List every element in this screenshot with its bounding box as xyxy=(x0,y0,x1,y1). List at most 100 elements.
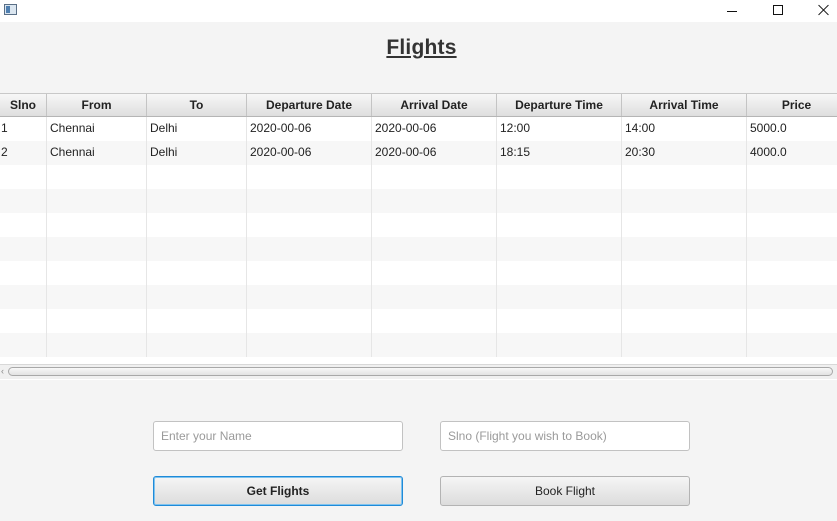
empty-row xyxy=(0,285,837,309)
column-header-from[interactable]: From xyxy=(47,94,147,116)
empty-row xyxy=(0,309,837,333)
empty-cell xyxy=(147,285,247,309)
title-bar xyxy=(0,0,837,22)
empty-cell xyxy=(747,189,837,213)
empty-cell xyxy=(247,237,372,261)
cell-from: Chennai xyxy=(47,117,147,141)
empty-cell xyxy=(247,165,372,189)
empty-cell xyxy=(147,309,247,333)
empty-cell xyxy=(147,333,247,357)
slno-input[interactable] xyxy=(440,421,690,451)
empty-cell xyxy=(0,165,47,189)
maximize-button[interactable] xyxy=(755,0,801,22)
column-header-arrival-date[interactable]: Arrival Date xyxy=(372,94,497,116)
empty-cell xyxy=(372,237,497,261)
empty-cell xyxy=(0,333,47,357)
empty-row xyxy=(0,333,837,357)
table-header: Slno From To Departure Date Arrival Date… xyxy=(0,93,837,117)
table-row[interactable]: 2 Chennai Delhi 2020-00-06 2020-00-06 18… xyxy=(0,141,837,165)
cell-arrival-date: 2020-00-06 xyxy=(372,141,497,165)
scroll-left-icon[interactable]: ‹ xyxy=(1,367,7,376)
close-icon xyxy=(818,4,830,16)
empty-cell xyxy=(147,189,247,213)
empty-cell xyxy=(0,189,47,213)
empty-cell xyxy=(497,213,622,237)
empty-cell xyxy=(497,333,622,357)
empty-cell xyxy=(47,213,147,237)
empty-cell xyxy=(747,309,837,333)
empty-cell xyxy=(147,213,247,237)
empty-cell xyxy=(47,309,147,333)
empty-cell xyxy=(372,189,497,213)
column-header-departure-time[interactable]: Departure Time xyxy=(497,94,622,116)
cell-slno: 1 xyxy=(0,117,47,141)
empty-cell xyxy=(247,309,372,333)
empty-cell xyxy=(147,237,247,261)
empty-cell xyxy=(147,261,247,285)
empty-cell xyxy=(247,213,372,237)
empty-cell xyxy=(47,189,147,213)
empty-cell xyxy=(747,333,837,357)
cell-departure-date: 2020-00-06 xyxy=(247,117,372,141)
flights-table: Slno From To Departure Date Arrival Date… xyxy=(0,93,837,380)
empty-cell xyxy=(372,309,497,333)
empty-cell xyxy=(372,213,497,237)
maximize-icon xyxy=(773,5,783,15)
empty-cell xyxy=(372,333,497,357)
horizontal-scrollbar[interactable]: ‹ xyxy=(0,364,837,379)
scrollbar-thumb[interactable] xyxy=(8,367,833,376)
empty-row xyxy=(0,165,837,189)
get-flights-button[interactable]: Get Flights xyxy=(153,476,403,506)
empty-cell xyxy=(0,237,47,261)
empty-cell xyxy=(622,237,747,261)
cell-arrival-time: 14:00 xyxy=(622,117,747,141)
empty-cell xyxy=(0,261,47,285)
empty-cell xyxy=(747,165,837,189)
empty-cell xyxy=(0,309,47,333)
empty-row xyxy=(0,213,837,237)
cell-to: Delhi xyxy=(147,141,247,165)
cell-from: Chennai xyxy=(47,141,147,165)
empty-cell xyxy=(0,213,47,237)
cell-price: 5000.0 xyxy=(747,117,837,141)
empty-cell xyxy=(747,285,837,309)
book-flight-button[interactable]: Book Flight xyxy=(440,476,690,506)
minimize-button[interactable] xyxy=(709,0,755,22)
empty-cell xyxy=(622,165,747,189)
empty-cell xyxy=(47,165,147,189)
table-body: 1 Chennai Delhi 2020-00-06 2020-00-06 12… xyxy=(0,117,837,357)
empty-row xyxy=(0,237,837,261)
empty-cell xyxy=(622,213,747,237)
cell-arrival-date: 2020-00-06 xyxy=(372,117,497,141)
empty-cell xyxy=(497,261,622,285)
table-row[interactable]: 1 Chennai Delhi 2020-00-06 2020-00-06 12… xyxy=(0,117,837,141)
empty-cell xyxy=(372,165,497,189)
column-header-departure-date[interactable]: Departure Date xyxy=(247,94,372,116)
empty-cell xyxy=(47,285,147,309)
empty-cell xyxy=(497,189,622,213)
close-button[interactable] xyxy=(801,0,837,22)
empty-cell xyxy=(497,237,622,261)
empty-cell xyxy=(622,189,747,213)
empty-cell xyxy=(747,237,837,261)
column-header-slno[interactable]: Slno xyxy=(0,94,47,116)
page-title: Flights xyxy=(386,36,457,59)
empty-cell xyxy=(622,309,747,333)
empty-cell xyxy=(747,213,837,237)
column-header-to[interactable]: To xyxy=(147,94,247,116)
cell-departure-time: 18:15 xyxy=(497,141,622,165)
empty-cell xyxy=(622,333,747,357)
column-header-arrival-time[interactable]: Arrival Time xyxy=(622,94,747,116)
empty-cell xyxy=(247,261,372,285)
cell-departure-date: 2020-00-06 xyxy=(247,141,372,165)
empty-cell xyxy=(0,285,47,309)
empty-cell xyxy=(247,189,372,213)
cell-arrival-time: 20:30 xyxy=(622,141,747,165)
empty-cell xyxy=(622,261,747,285)
column-header-price[interactable]: Price xyxy=(747,94,837,116)
empty-cell xyxy=(497,285,622,309)
cell-price: 4000.0 xyxy=(747,141,837,165)
cell-to: Delhi xyxy=(147,117,247,141)
minimize-icon xyxy=(727,11,737,12)
name-input[interactable] xyxy=(153,421,403,451)
